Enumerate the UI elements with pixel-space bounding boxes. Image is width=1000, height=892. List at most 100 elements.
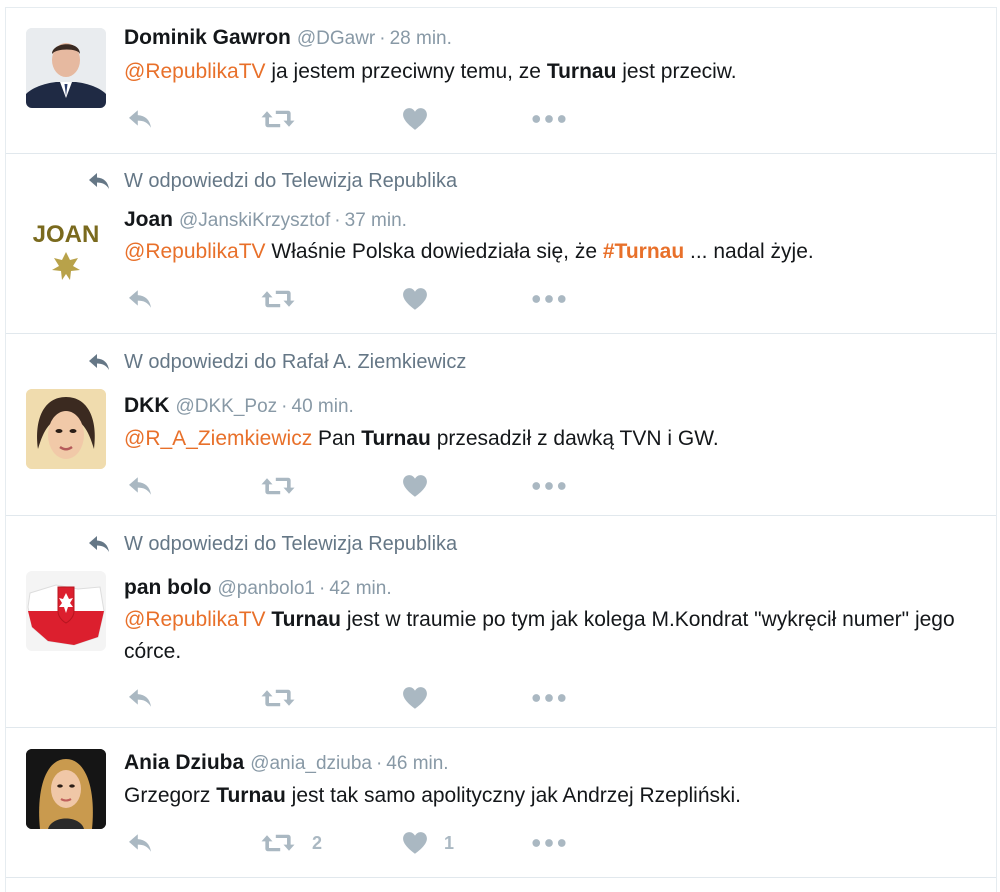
retweet-icon <box>260 288 296 310</box>
reply-context[interactable]: W odpowiedzi do Telewizja Republika <box>86 168 457 194</box>
tweet[interactable]: Dominik Gawron @DGawr · 28 min. @Republi… <box>6 8 996 154</box>
tweet-actions <box>124 104 624 134</box>
heart-icon <box>402 831 428 855</box>
avatar-image <box>26 28 106 108</box>
tweet-text: @RepublikaTV Turnau jest w traumie po ty… <box>124 604 964 668</box>
reply-button[interactable] <box>126 104 154 134</box>
avatar[interactable] <box>26 28 106 108</box>
highlight-term: Turnau <box>216 784 286 807</box>
reply-context-text: W odpowiedzi do Telewizja Republika <box>124 169 458 192</box>
text-part: przesadził z dawką TVN i GW. <box>430 427 719 450</box>
reply-button[interactable] <box>126 828 154 858</box>
fullname[interactable]: Dominik Gawron <box>124 26 291 50</box>
more-icon <box>532 837 566 849</box>
highlight-term: Turnau <box>361 427 431 450</box>
reply-button[interactable] <box>126 471 154 501</box>
reply-context[interactable]: W odpowiedzi do Telewizja Republika <box>86 531 457 557</box>
retweet-icon <box>260 475 296 497</box>
username[interactable]: @panbolo1 <box>218 578 315 600</box>
retweet-button[interactable] <box>260 683 296 713</box>
more-button[interactable] <box>532 828 566 858</box>
fullname[interactable]: DKK <box>124 394 170 418</box>
retweet-button[interactable]: 2 <box>260 828 322 858</box>
username[interactable]: @DGawr <box>297 28 375 50</box>
like-button[interactable]: 1 <box>402 828 454 858</box>
tweet-header: Joan @JanskiKrzysztof · 37 min. <box>124 208 407 236</box>
more-button[interactable] <box>532 683 566 713</box>
tweet-text: @RepublikaTV Właśnie Polska dowiedziała … <box>124 236 964 268</box>
timestamp[interactable]: 28 min. <box>390 28 452 50</box>
separator: · <box>318 578 326 599</box>
username[interactable]: @ania_dziuba <box>250 753 372 775</box>
mention-link[interactable]: @RepublikaTV <box>124 60 266 83</box>
tweet[interactable]: W odpowiedzi do Telewizja Republika JOAN… <box>6 154 996 334</box>
heart-icon <box>402 287 428 311</box>
mention-link[interactable]: @RepublikaTV <box>124 608 266 631</box>
heart-icon <box>402 474 428 498</box>
like-count: 1 <box>444 832 455 853</box>
reply-button[interactable] <box>126 284 154 314</box>
avatar-image <box>26 389 106 469</box>
more-button[interactable] <box>532 471 566 501</box>
tweet[interactable]: W odpowiedzi do Rafał A. Ziemkiewicz DKK… <box>6 334 996 516</box>
tweet-text: @RepublikaTV ja jestem przeciwny temu, z… <box>124 56 964 88</box>
like-button[interactable] <box>402 683 428 713</box>
text-part: ja jestem przeciwny temu, ze <box>265 60 547 83</box>
retweet-count: 2 <box>312 832 323 853</box>
retweet-button[interactable] <box>260 471 296 501</box>
like-button[interactable] <box>402 104 428 134</box>
timestamp[interactable]: 46 min. <box>386 753 448 775</box>
reply-context-text: W odpowiedzi do Rafał A. Ziemkiewicz <box>124 350 467 373</box>
fullname[interactable]: pan bolo <box>124 576 212 600</box>
reply-icon <box>126 687 154 709</box>
fullname[interactable]: Joan <box>124 208 173 232</box>
retweet-button[interactable] <box>260 104 296 134</box>
timestamp[interactable]: 42 min. <box>329 578 391 600</box>
text-part: Pan <box>312 427 362 450</box>
like-button[interactable] <box>402 471 428 501</box>
avatar-text: JOAN <box>33 221 100 248</box>
tweet-header: pan bolo @panbolo1 · 42 min. <box>124 576 392 604</box>
tweet-header: Ania Dziuba @ania_dziuba · 46 min. <box>124 751 449 779</box>
reply-icon <box>126 108 154 130</box>
more-button[interactable] <box>532 104 566 134</box>
retweet-icon <box>260 108 296 130</box>
avatar-image: JOAN <box>26 208 106 288</box>
tweet-actions <box>124 471 624 501</box>
tweet[interactable]: Ania Dziuba @ania_dziuba · 46 min. Grzeg… <box>6 728 996 878</box>
avatar[interactable] <box>26 749 106 829</box>
avatar[interactable] <box>26 389 106 469</box>
heart-icon <box>402 107 428 131</box>
avatar[interactable]: JOAN <box>26 208 106 288</box>
reply-context-text: W odpowiedzi do Telewizja Republika <box>124 532 458 555</box>
timestamp[interactable]: 40 min. <box>292 396 354 418</box>
separator: · <box>375 753 383 774</box>
text-part: jest tak samo apolityczny jak Andrzej Rz… <box>285 784 742 807</box>
reply-icon <box>86 534 112 554</box>
reply-button[interactable] <box>126 683 154 713</box>
hashtag-link[interactable]: #Turnau <box>603 240 684 263</box>
more-button[interactable] <box>532 284 566 314</box>
reply-context[interactable]: W odpowiedzi do Rafał A. Ziemkiewicz <box>86 349 466 375</box>
username[interactable]: @DKK_Poz <box>176 396 278 418</box>
reply-icon <box>126 475 154 497</box>
tweet-actions: 2 1 <box>124 828 624 858</box>
tweet-actions <box>124 683 624 713</box>
retweet-button[interactable] <box>260 284 296 314</box>
highlight-term: Turnau <box>546 60 617 83</box>
fullname[interactable]: Ania Dziuba <box>124 751 244 775</box>
timestamp[interactable]: 37 min. <box>345 210 407 232</box>
timeline: Dominik Gawron @DGawr · 28 min. @Republi… <box>5 7 997 892</box>
like-button[interactable] <box>402 284 428 314</box>
reply-icon <box>86 352 112 372</box>
text-part: Właśnie Polska dowiedziała się, że <box>265 240 603 263</box>
reply-icon <box>126 832 154 854</box>
separator: · <box>334 210 341 231</box>
avatar[interactable] <box>26 571 106 651</box>
mention-link[interactable]: @R_A_Ziemkiewicz <box>124 427 312 450</box>
username[interactable]: @JanskiKrzysztof <box>179 210 330 232</box>
mention-link[interactable]: @RepublikaTV <box>124 240 266 263</box>
tweet[interactable]: W odpowiedzi do Telewizja Republika pan … <box>6 516 996 728</box>
text-part: Grzegorz <box>124 784 217 807</box>
more-icon <box>532 480 566 492</box>
